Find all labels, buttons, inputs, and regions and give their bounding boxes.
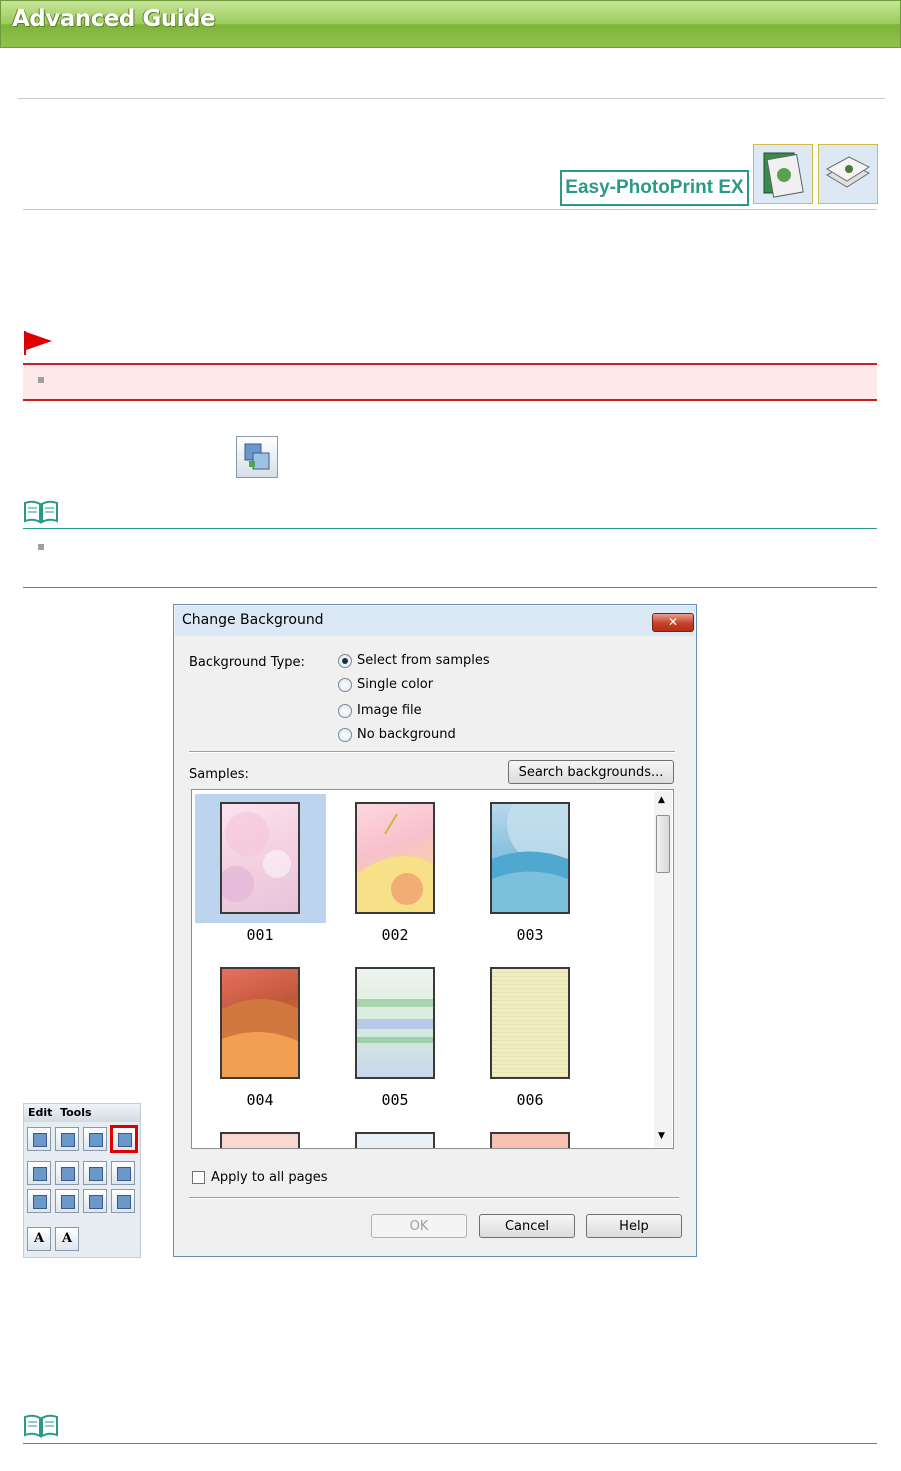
page-header-title: Advanced Guide bbox=[12, 6, 216, 32]
caution-box bbox=[23, 363, 877, 401]
tool-layer-icon[interactable] bbox=[55, 1127, 79, 1151]
cancel-button[interactable]: Cancel bbox=[479, 1214, 575, 1238]
samples-scrollbar[interactable]: ▲ ▼ bbox=[654, 791, 672, 1147]
scroll-down-icon[interactable]: ▼ bbox=[658, 1131, 665, 1141]
sample-label: 005 bbox=[381, 1091, 409, 1109]
note-divider bbox=[23, 1443, 877, 1444]
tool-color-icon[interactable] bbox=[111, 1189, 135, 1213]
change-background-tool-icon[interactable] bbox=[110, 1125, 138, 1153]
sample-label: 002 bbox=[381, 926, 409, 944]
tool-crop-icon[interactable] bbox=[27, 1189, 51, 1213]
radio-label: Image file bbox=[357, 703, 422, 718]
background-type-label: Background Type: bbox=[189, 655, 305, 670]
radio-image-file[interactable] bbox=[338, 704, 352, 718]
scroll-thumb[interactable] bbox=[656, 815, 670, 873]
text-glyph: A bbox=[34, 1231, 45, 1246]
tool-rotate-icon[interactable] bbox=[27, 1127, 51, 1151]
sample-thumb-partial[interactable] bbox=[220, 1132, 300, 1148]
sample-label: 001 bbox=[246, 926, 274, 944]
divider bbox=[23, 209, 877, 210]
radio-no-background[interactable] bbox=[338, 728, 352, 742]
stacked-photos-icon bbox=[818, 144, 878, 204]
sample-thumb-001[interactable] bbox=[218, 802, 300, 914]
radio-single-color[interactable] bbox=[338, 678, 352, 692]
tool-shape-icon[interactable] bbox=[83, 1189, 107, 1213]
radio-label: Select from samples bbox=[357, 653, 490, 668]
dialog-separator bbox=[189, 751, 675, 753]
note-divider bbox=[23, 587, 877, 588]
sample-thumb-005[interactable] bbox=[355, 967, 435, 1079]
tool-paste-icon[interactable] bbox=[83, 1161, 107, 1185]
search-backgrounds-button[interactable]: Search backgrounds... bbox=[508, 760, 674, 784]
sample-label: 004 bbox=[246, 1091, 274, 1109]
radio-label: No background bbox=[357, 727, 456, 742]
bullet-icon bbox=[38, 377, 44, 383]
tool-text-icon[interactable]: A bbox=[27, 1227, 51, 1251]
tool-image-icon[interactable] bbox=[27, 1161, 51, 1185]
sample-thumb-004[interactable] bbox=[220, 967, 300, 1079]
text-glyph: A bbox=[62, 1231, 73, 1246]
sample-thumb-partial[interactable] bbox=[490, 1132, 570, 1148]
sample-label: 006 bbox=[516, 1091, 544, 1109]
album-icon bbox=[753, 144, 813, 204]
help-button[interactable]: Help bbox=[586, 1214, 682, 1238]
ok-button[interactable]: OK bbox=[371, 1214, 467, 1238]
scroll-up-icon[interactable]: ▲ bbox=[658, 795, 665, 805]
sample-thumb-006[interactable] bbox=[490, 967, 570, 1079]
close-button[interactable]: ✕ bbox=[652, 613, 694, 632]
tool-vertical-text-icon[interactable]: A bbox=[55, 1227, 79, 1251]
samples-list[interactable]: 001 002 003 004 005 006 ▲ ▼ bbox=[191, 789, 674, 1149]
change-background-dialog: Change Background ✕ Background Type: Sel… bbox=[173, 604, 697, 1257]
apply-all-pages-label: Apply to all pages bbox=[211, 1170, 328, 1185]
samples-label: Samples: bbox=[189, 767, 249, 782]
easy-photoprint-logo: Easy-PhotoPrint EX bbox=[560, 170, 749, 206]
note-icon bbox=[23, 1414, 59, 1438]
change-background-icon bbox=[236, 436, 278, 478]
radio-select-from-samples[interactable] bbox=[338, 654, 352, 668]
dialog-separator bbox=[189, 1197, 679, 1199]
tool-date-icon[interactable] bbox=[111, 1161, 135, 1185]
note-icon bbox=[23, 500, 59, 524]
tool-frame-icon[interactable] bbox=[55, 1161, 79, 1185]
dialog-title: Change Background bbox=[182, 612, 324, 628]
divider bbox=[18, 98, 885, 99]
note-divider bbox=[23, 528, 877, 529]
tool-grid-icon[interactable] bbox=[55, 1189, 79, 1213]
sample-label: 003 bbox=[516, 926, 544, 944]
caution-flag-shape bbox=[26, 332, 52, 350]
bullet-icon bbox=[38, 544, 44, 550]
sample-thumb-partial[interactable] bbox=[355, 1132, 435, 1148]
edit-tools-palette: Edit Tools A A bbox=[23, 1103, 141, 1258]
edit-tools-title: Edit Tools bbox=[28, 1106, 92, 1119]
sample-thumb-002[interactable] bbox=[355, 802, 435, 914]
edit-tools-header: Edit Tools bbox=[24, 1104, 140, 1122]
radio-label: Single color bbox=[357, 677, 434, 692]
tool-layout-icon[interactable] bbox=[83, 1127, 107, 1151]
dialog-title-bar: Change Background ✕ bbox=[175, 606, 695, 636]
sample-thumb-003[interactable] bbox=[490, 790, 587, 914]
apply-all-pages-checkbox[interactable] bbox=[192, 1171, 205, 1184]
